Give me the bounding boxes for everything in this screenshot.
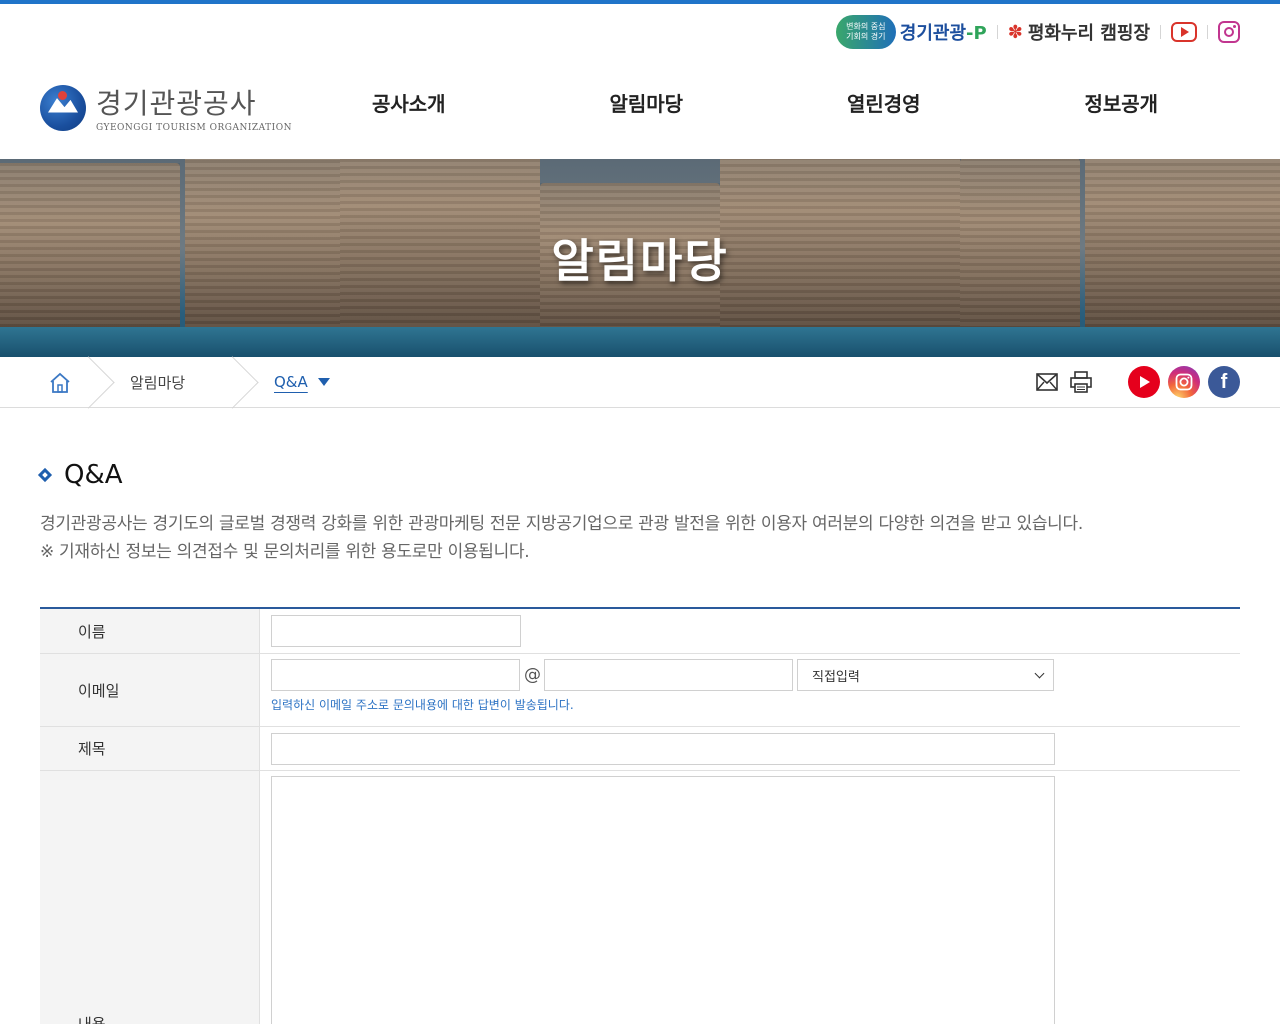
facebook-icon[interactable]: f [1208, 366, 1240, 398]
hero-banner: 알림마당 [0, 159, 1280, 357]
page-title: Q&A [64, 460, 123, 490]
gg-tourism-link[interactable]: 변화의 중심 기회의 경기 경기관광-P [835, 15, 987, 49]
badge-line2: 기회의 경기 [846, 32, 886, 41]
email-hint: 입력하신 이메일 주소로 문의내용에 대한 답변이 발송됩니다. [271, 698, 574, 712]
content-textarea[interactable] [271, 776, 1055, 1024]
badge-line1: 변화의 중심 [846, 22, 886, 31]
caret-down-icon [317, 378, 330, 386]
nav-item-about[interactable]: 공사소개 [290, 88, 528, 117]
peace-camping-link[interactable]: ✽ 평화누리 캠핑장 [1008, 19, 1150, 45]
page-heading: Q&A [37, 460, 123, 490]
divider [1160, 25, 1161, 39]
instagram-icon[interactable] [1168, 366, 1200, 398]
peace-camping-label: 평화누리 캠핑장 [1027, 23, 1150, 44]
breadcrumb-level2-label: Q&A [274, 373, 308, 391]
form-row-name: 이름 [40, 609, 1240, 654]
intro-notice: ※ 기재하신 정보는 의견접수 및 문의처리를 위한 용도로만 이용됩니다. [40, 542, 530, 562]
youtube-icon[interactable] [1128, 366, 1160, 398]
logo-english-name: GYEONGGI TOURISM ORGANIZATION [96, 123, 292, 133]
email-domain-input[interactable] [544, 659, 793, 691]
logo-emblem-icon [40, 84, 86, 131]
gg-brand-suffix: -P [966, 23, 987, 44]
email-at-sign: @ [524, 665, 541, 685]
logo-korean-name: 경기관광공사 [96, 87, 257, 120]
breadcrumb-level1[interactable]: 알림마당 [130, 357, 185, 407]
breadcrumb-separator [86, 357, 112, 407]
email-domain-select[interactable]: 직접입력 [797, 659, 1054, 691]
email-label: 이메일 [40, 654, 260, 726]
youtube-icon[interactable] [1171, 22, 1197, 42]
gg-badge-icon: 변화의 중심 기회의 경기 [835, 15, 896, 49]
nav-item-disclosure[interactable]: 정보공개 [1003, 88, 1241, 117]
subject-label: 제목 [40, 727, 260, 770]
instagram-icon[interactable] [1218, 21, 1240, 43]
hero-water [0, 327, 1280, 357]
print-icon[interactable] [1068, 369, 1094, 395]
subject-input[interactable] [271, 733, 1055, 765]
divider [1207, 25, 1208, 39]
chevron-down-icon [1034, 668, 1045, 678]
breadcrumb-level2[interactable]: Q&A [274, 357, 330, 407]
utility-bar: 변화의 중심 기회의 경기 경기관광-P ✽ 평화누리 캠핑장 [835, 14, 1240, 50]
top-accent-line [0, 0, 1280, 4]
flower-icon: ✽ [1007, 21, 1023, 43]
divider [996, 25, 998, 39]
gg-brand-main: 경기관광 [899, 23, 967, 44]
page-tools: f [1034, 366, 1240, 398]
intro-text: 경기관광공사는 경기도의 글로벌 경쟁력 강화를 위한 관광마케팅 전문 지방공… [40, 510, 1083, 566]
nav-item-notice[interactable]: 알림마당 [528, 88, 766, 117]
qna-form: 이름 이메일 @ 직접입력 입력하신 이메일 주소로 문의내용에 대한 답변이 … [40, 607, 1240, 1024]
hero-title: 알림마당 [551, 234, 729, 288]
name-input[interactable] [271, 615, 521, 647]
email-id-input[interactable] [271, 659, 520, 691]
nav-item-management[interactable]: 열린경영 [765, 88, 1003, 117]
breadcrumb-separator [230, 357, 256, 407]
intro-line1: 경기관광공사는 경기도의 글로벌 경쟁력 강화를 위한 관광마케팅 전문 지방공… [40, 514, 1083, 534]
main-navigation: 공사소개 알림마당 열린경영 정보공개 [290, 88, 1240, 117]
form-row-email: 이메일 @ 직접입력 입력하신 이메일 주소로 문의내용에 대한 답변이 발송됩… [40, 654, 1240, 727]
name-label: 이름 [40, 609, 260, 653]
form-row-subject: 제목 [40, 727, 1240, 771]
location-bar: 알림마당 Q&A f [0, 357, 1280, 408]
diamond-bullet-icon [37, 467, 53, 483]
gg-brand-text: 경기관광-P [900, 19, 987, 45]
mail-icon[interactable] [1034, 369, 1060, 395]
site-logo[interactable]: 경기관광공사 GYEONGGI TOURISM ORGANIZATION [40, 82, 292, 133]
form-row-content: 내용 [40, 771, 1240, 1024]
content-label: 내용 [40, 771, 260, 1024]
email-domain-select-value: 직접입력 [812, 669, 860, 685]
